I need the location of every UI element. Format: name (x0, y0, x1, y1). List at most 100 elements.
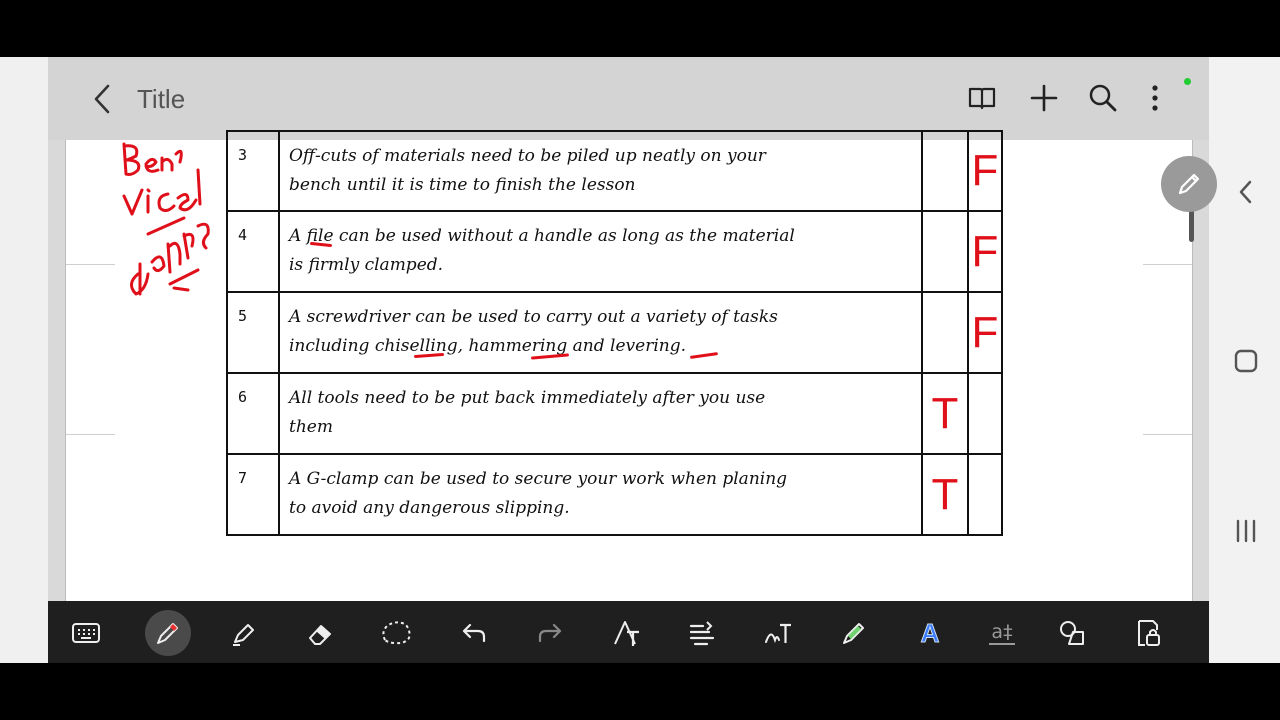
redo-button[interactable] (528, 611, 572, 655)
back-button[interactable] (84, 78, 120, 120)
search-button[interactable] (1083, 78, 1123, 118)
book-view-button[interactable] (962, 78, 1002, 118)
false-mark (969, 374, 1001, 453)
statement-cell: A file can be used without a handle as l… (278, 210, 923, 293)
table-row: 5 A screwdriver can be used to carry out… (226, 291, 1003, 374)
true-mark: T (931, 469, 959, 519)
chevron-left-icon (1239, 180, 1252, 204)
shapes-button[interactable] (1050, 611, 1094, 655)
text-align-button[interactable] (680, 611, 724, 655)
false-cell: F (967, 210, 1003, 293)
left-edge (0, 57, 48, 663)
more-options-button[interactable] (1135, 78, 1175, 118)
statement-line: bench until it is time to finish the les… (289, 175, 636, 195)
true-cell (921, 130, 969, 212)
search-icon (1089, 84, 1117, 112)
pen-icon (157, 623, 178, 644)
table-row: 7 A G-clamp can be used to secure your w… (226, 453, 1003, 536)
eraser-icon (309, 625, 331, 645)
floating-pen-button[interactable] (1161, 156, 1217, 212)
true-false-table: 3 Off-cuts of materials need to be piled… (226, 130, 1003, 536)
lock-icon (1138, 620, 1160, 646)
plus-icon (1030, 84, 1058, 112)
table-row: 6 All tools need to be put back immediat… (226, 372, 1003, 455)
statement-line: A file can be used without a handle as l… (289, 226, 795, 246)
text-shape-icon (614, 621, 639, 646)
add-page-button[interactable] (1024, 78, 1064, 118)
color-pen-button[interactable] (832, 611, 876, 655)
page-guide-line (66, 264, 115, 265)
statement-cell: All tools need to be put back immediatel… (278, 372, 923, 455)
row-number: 5 (226, 291, 280, 374)
highlighter-icon (233, 624, 254, 646)
row-number: 3 (226, 130, 280, 212)
table-row: 3 Off-cuts of materials need to be piled… (226, 130, 1003, 212)
page-guide-line (1143, 434, 1192, 435)
false-cell: F (967, 130, 1003, 212)
more-vertical-icon (1152, 85, 1158, 111)
recents-icon (1236, 519, 1256, 543)
page-title[interactable]: Title (137, 84, 185, 115)
statement-line: them (289, 417, 333, 437)
undo-icon (462, 623, 486, 643)
page-guide-line (1143, 264, 1192, 265)
screen: Title 3 Off-cuts of materials need to be… (0, 0, 1280, 720)
statement-line: A G-clamp can be used to secure your wor… (289, 469, 788, 489)
text-style-button[interactable]: A (908, 611, 952, 655)
statement-line: is firmly clamped. (289, 255, 444, 275)
pencil-icon (1178, 173, 1200, 195)
keyboard-button[interactable] (64, 611, 108, 655)
undo-button[interactable] (452, 611, 496, 655)
recents-button[interactable] (1222, 507, 1270, 555)
statement-line: All tools need to be put back immediatel… (289, 388, 766, 408)
false-mark: F (971, 146, 999, 195)
true-mark (923, 212, 967, 291)
false-cell (967, 453, 1003, 536)
lock-page-button[interactable] (1126, 611, 1170, 655)
true-cell (921, 291, 969, 374)
text-box-icon: a‡ (989, 621, 1015, 645)
text-style-icon: A (920, 617, 940, 648)
page-margin-left (65, 140, 115, 601)
pen-tool-button[interactable] (146, 611, 190, 655)
statement-line: A screwdriver can be used to carry out a… (289, 307, 778, 327)
text-align-icon (689, 621, 715, 646)
statement-line: to avoid any dangerous slipping. (289, 498, 570, 518)
recording-indicator (1184, 78, 1191, 85)
book-icon (968, 87, 996, 110)
false-mark (969, 455, 1001, 534)
statement-line: Off-cuts of materials need to be piled u… (289, 146, 766, 166)
true-cell (921, 210, 969, 293)
text-shape-button[interactable] (604, 611, 648, 655)
row-number: 4 (226, 210, 280, 293)
false-cell: F (967, 291, 1003, 374)
handwriting-to-text-icon (765, 623, 791, 644)
page-guide-line (66, 434, 115, 435)
false-mark: F (971, 226, 999, 276)
home-square-icon (1234, 349, 1258, 373)
keyboard-icon (72, 623, 100, 643)
eraser-button[interactable] (298, 611, 342, 655)
table-row: 4 A file can be used without a handle as… (226, 210, 1003, 293)
handwritten-margin-note (122, 142, 210, 296)
row-number: 7 (226, 453, 280, 536)
statement-cell: A screwdriver can be used to carry out a… (278, 291, 923, 374)
true-cell: T (921, 453, 969, 536)
true-mark (923, 293, 967, 372)
text-box-button[interactable]: a‡ (980, 611, 1024, 655)
lasso-icon (382, 621, 411, 645)
false-cell (967, 372, 1003, 455)
redo-icon (538, 623, 562, 643)
highlighter-button[interactable] (222, 611, 266, 655)
home-button[interactable] (1222, 337, 1270, 385)
statement-line: including chiselling, hammering and leve… (289, 336, 687, 356)
lasso-select-button[interactable] (374, 611, 418, 655)
shapes-icon (1060, 621, 1084, 645)
true-mark (923, 132, 967, 210)
true-mark: T (931, 388, 959, 438)
back-arrow-icon (94, 84, 110, 114)
false-mark: F (971, 307, 999, 357)
row-number: 6 (226, 372, 280, 455)
handwriting-to-text-button[interactable] (756, 611, 800, 655)
collapse-panel-button[interactable] (1222, 168, 1270, 216)
